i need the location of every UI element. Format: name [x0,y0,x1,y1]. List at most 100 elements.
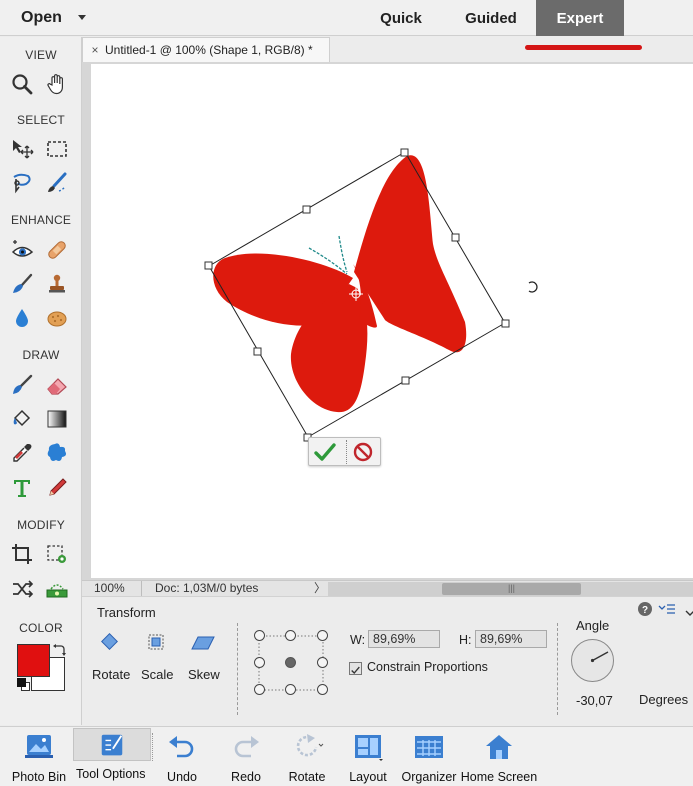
reference-point-selected[interactable] [285,657,296,668]
type-tool[interactable] [8,474,36,502]
height-field[interactable]: 89,69% [475,630,547,648]
rotate-button[interactable]: Rotate [282,729,332,785]
reference-point[interactable] [317,657,328,668]
reference-point[interactable] [254,684,265,695]
undo-button[interactable]: Undo [160,729,204,785]
commit-transform-button[interactable] [313,441,337,463]
butterfly-shape[interactable] [213,155,467,413]
close-icon[interactable]: × [85,43,105,57]
quick-selection-tool[interactable] [43,169,71,197]
cancel-transform-button[interactable] [351,441,375,463]
stamp-icon [49,274,65,293]
divider [557,623,558,715]
chevron-down-icon[interactable] [685,604,693,616]
reference-point[interactable] [285,684,296,695]
active-mode-indicator [525,45,642,50]
reference-point-grid[interactable] [254,630,328,695]
blur-tool[interactable] [8,304,36,332]
healing-brush-tool[interactable] [43,236,71,264]
foreground-color-swatch[interactable] [17,644,50,677]
marquee-icon [47,141,67,157]
width-label: W: [350,633,366,647]
home-screen-button[interactable]: Home Screen [460,729,538,785]
marquee-tool[interactable] [43,135,71,163]
divider [237,623,238,715]
section-label-select: SELECT [17,113,65,127]
transform-handle[interactable] [401,376,410,385]
tab-guided[interactable]: Guided [455,0,527,36]
transform-handle[interactable] [501,319,510,328]
reference-point[interactable] [317,630,328,641]
tab-expert[interactable]: Expert [536,0,624,36]
scrollbar-grip-icon: ||| [508,583,516,593]
recompose-tool[interactable] [43,540,71,568]
scale-mode-label[interactable]: Scale [141,667,174,682]
checkmark-icon [314,443,336,461]
degrees-label: Degrees [639,692,689,707]
zoom-level[interactable]: 100% [82,581,142,597]
straighten-tool[interactable] [43,575,71,603]
default-colors-icon[interactable] [17,678,31,692]
document-tab[interactable]: × Untitled-1 @ 100% (Shape 1, RGB/8) * [82,37,330,62]
scale-mode-icon[interactable] [145,633,169,653]
hand-tool[interactable] [43,70,71,98]
transform-handle[interactable] [302,205,311,214]
photo-bin-button[interactable]: Photo Bin [8,729,70,785]
transform-handle[interactable] [400,148,409,157]
transform-handle[interactable] [253,347,262,356]
reference-point[interactable] [285,630,296,641]
paint-bucket-tool[interactable] [8,405,36,433]
reference-point[interactable] [254,657,265,668]
organizer-icon [415,736,443,758]
paint-bucket-icon [13,409,31,427]
constrain-proportions-label[interactable]: Constrain Proportions [367,660,488,674]
angle-dial[interactable] [570,638,615,683]
svg-text:?: ? [642,605,648,616]
reference-point[interactable] [317,684,328,695]
content-aware-move-tool[interactable] [8,575,36,603]
zoom-tool[interactable] [8,70,36,98]
reference-point[interactable] [254,630,265,641]
angle-value[interactable]: -30,07 [576,693,613,708]
section-label-view: VIEW [25,48,57,62]
redo-button[interactable]: Redo [224,729,268,785]
layout-button[interactable]: Layout [345,729,391,785]
transform-handle[interactable] [204,261,213,270]
tool-options-button[interactable] [73,728,151,761]
crop-tool[interactable] [8,540,36,568]
smart-brush-tool[interactable] [8,270,36,298]
pencil-tool[interactable] [43,474,71,502]
gradient-tool[interactable] [43,405,71,433]
transform-handle[interactable] [451,233,460,242]
width-field[interactable]: 89,69% [368,630,440,648]
custom-shape-tool[interactable] [43,439,71,467]
chevron-down-icon[interactable] [78,15,86,20]
eye-icon [11,240,34,257]
document-canvas[interactable] [91,64,693,578]
brush-tool[interactable] [8,371,36,399]
move-tool[interactable] [8,135,36,163]
swap-colors-icon[interactable] [52,643,66,657]
red-eye-tool[interactable] [8,236,36,264]
open-label: Open [21,9,62,26]
status-menu-arrow-icon[interactable]: 〉 [314,581,326,596]
panel-menu-icon[interactable] [658,601,682,617]
tab-quick-label: Quick [380,9,422,27]
eyedropper-tool[interactable] [8,439,36,467]
skew-mode-label[interactable]: Skew [188,667,220,682]
clone-stamp-tool[interactable] [43,270,71,298]
organizer-button[interactable]: Organizer [401,729,457,785]
tab-quick[interactable]: Quick [368,0,434,36]
lasso-tool[interactable] [8,169,36,197]
level-icon [46,584,68,598]
constrain-proportions-checkbox[interactable] [349,662,362,675]
sponge-tool[interactable] [43,304,71,332]
help-icon[interactable]: ? [637,601,653,617]
layout-label: Layout [349,770,387,784]
eraser-tool[interactable] [43,371,71,399]
rotate-mode-icon[interactable] [98,633,122,653]
shuffle-icon [13,580,34,598]
horizontal-scrollbar[interactable]: ||| [328,582,693,596]
rotate-mode-label[interactable]: Rotate [92,667,130,682]
skew-mode-icon[interactable] [190,633,216,653]
